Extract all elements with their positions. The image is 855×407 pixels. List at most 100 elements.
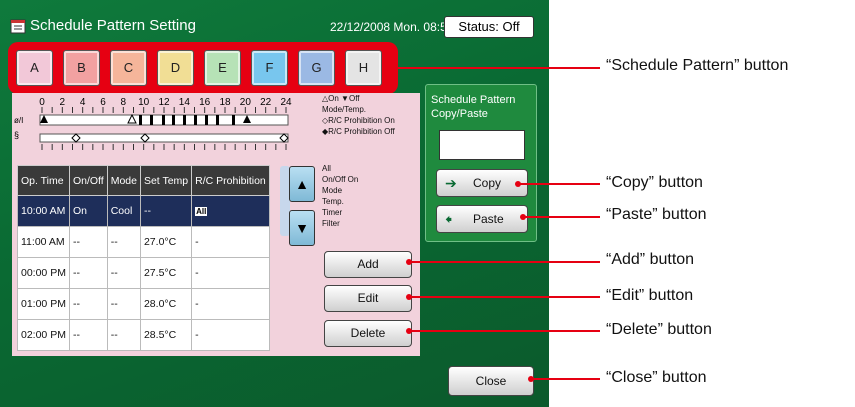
- rc-all-badge: All: [195, 207, 208, 216]
- legend-timer: Timer: [322, 208, 343, 217]
- cell: 02:00 PM: [17, 319, 70, 351]
- schedule-table: Op. Time On/Off Mode Set Temp R/C Prohib…: [17, 165, 270, 351]
- callout-delete: “Delete” button: [606, 321, 712, 338]
- pattern-tab-a[interactable]: A: [16, 50, 53, 86]
- callout-line-add: [409, 261, 600, 263]
- timeline-ticks: [41, 107, 287, 150]
- arrow-left-icon: 🠸: [445, 211, 453, 227]
- callout-line-pattern: [398, 67, 600, 69]
- add-button[interactable]: Add: [324, 251, 412, 278]
- cell: -: [191, 319, 270, 351]
- lock-row-label: §: [14, 130, 19, 140]
- mode-marker: [162, 115, 165, 125]
- cell: -: [191, 288, 270, 320]
- cell: --: [106, 288, 141, 320]
- cell: -: [191, 226, 270, 258]
- cell: On: [68, 195, 108, 227]
- schedule-pattern-tabs: A B C D E F G H: [8, 42, 398, 94]
- table-row[interactable]: 00:00 PM -- -- 27.5°C -: [17, 257, 270, 289]
- timeline-legend: △On ▼Off Mode/Temp. ◇R/C Prohibition On …: [322, 93, 395, 137]
- cell: --: [139, 195, 193, 227]
- cell: 27.0°C: [139, 226, 193, 258]
- hour-label: 2: [60, 97, 66, 108]
- copy-paste-title-line2: Copy/Paste: [431, 108, 488, 120]
- pattern-tab-h[interactable]: H: [345, 50, 382, 86]
- table-row[interactable]: 01:00 PM -- -- 28.0°C -: [17, 288, 270, 320]
- mode-marker: [216, 115, 219, 125]
- callout-copy: “Copy” button: [606, 174, 703, 191]
- callout-add: “Add” button: [606, 251, 695, 268]
- cell: 10:00 AM: [17, 195, 70, 227]
- legend-on-off: △On ▼Off: [322, 94, 360, 103]
- table-row[interactable]: 10:00 AM On Cool -- All: [17, 195, 270, 227]
- pattern-tab-g[interactable]: G: [298, 50, 335, 86]
- cell: Cool: [106, 195, 141, 227]
- cell: 28.5°C: [139, 319, 193, 351]
- triangle-up-icon: ▲: [295, 176, 309, 192]
- pattern-tab-b[interactable]: B: [63, 50, 100, 86]
- table-row[interactable]: 11:00 AM -- -- 27.0°C -: [17, 226, 270, 258]
- pattern-tab-f[interactable]: F: [251, 50, 288, 86]
- cell: --: [106, 257, 141, 289]
- mode-marker: [172, 115, 175, 125]
- legend-rc-off: ◆R/C Prohibition Off: [322, 127, 395, 136]
- mode-marker: [150, 115, 153, 125]
- callout-close: “Close” button: [606, 369, 707, 386]
- mode-marker: [183, 115, 186, 125]
- timeline-hour-labels: 0 2 4 6 8 10 12 14 16 18 20 22 24: [39, 97, 292, 108]
- callout-line-close: [531, 378, 600, 380]
- page-title: Schedule Pattern Setting: [30, 17, 196, 34]
- hour-label: 0: [39, 97, 45, 108]
- col-rc-prohibition: R/C Prohibition: [191, 165, 270, 196]
- copy-button-label: Copy: [473, 176, 502, 190]
- paste-button[interactable]: 🠸 Paste: [436, 205, 528, 233]
- cell: --: [68, 257, 108, 289]
- edit-button[interactable]: Edit: [324, 285, 412, 312]
- hour-label: 16: [199, 97, 211, 108]
- callout-line-copy: [518, 183, 600, 185]
- hour-label: 12: [158, 97, 170, 108]
- col-set-temp: Set Temp: [139, 165, 193, 196]
- table-header-row: Op. Time On/Off Mode Set Temp R/C Prohib…: [17, 165, 270, 196]
- hour-label: 18: [219, 97, 231, 108]
- mode-marker: [194, 115, 197, 125]
- legend-on-off-item: On/Off On: [322, 175, 359, 184]
- arrow-right-icon: ➔: [445, 175, 457, 191]
- pattern-tab-c[interactable]: C: [110, 50, 147, 86]
- table-row[interactable]: 02:00 PM -- -- 28.5°C -: [17, 319, 270, 351]
- cell: --: [68, 319, 108, 351]
- callout-line-edit: [409, 296, 600, 298]
- hour-label: 20: [240, 97, 252, 108]
- scroll-down-button[interactable]: ▼: [289, 210, 315, 246]
- cell: 28.0°C: [139, 288, 193, 320]
- pattern-tab-d[interactable]: D: [157, 50, 194, 86]
- hour-label: 14: [179, 97, 191, 108]
- col-op-time: Op. Time: [17, 165, 70, 196]
- callout-edit: “Edit” button: [606, 287, 694, 304]
- cell: --: [68, 288, 108, 320]
- schedule-pattern-panel: Schedule Pattern Setting 22/12/2008 Mon.…: [0, 0, 549, 407]
- delete-button[interactable]: Delete: [324, 320, 412, 347]
- hour-label: 8: [121, 97, 127, 108]
- schedule-icon: [10, 19, 26, 34]
- scroll-up-button[interactable]: ▲: [289, 166, 315, 202]
- status-display: Status: Off: [444, 16, 534, 38]
- close-button[interactable]: Close: [448, 366, 534, 396]
- triangle-down-icon: ▼: [295, 220, 309, 236]
- mode-marker: [205, 115, 208, 125]
- cell: 11:00 AM: [17, 226, 70, 258]
- hour-label: 24: [280, 97, 292, 108]
- pattern-tab-e[interactable]: E: [204, 50, 241, 86]
- col-on-off: On/Off: [68, 165, 108, 196]
- cell: 01:00 PM: [17, 288, 70, 320]
- legend-filter: Filter: [322, 219, 340, 228]
- cell: -: [191, 257, 270, 289]
- hour-label: 6: [100, 97, 106, 108]
- paste-button-label: Paste: [473, 212, 504, 226]
- hour-label: 10: [138, 97, 150, 108]
- cell: --: [106, 226, 141, 258]
- legend-rc-on: ◇R/C Prohibition On: [322, 116, 395, 125]
- callout-line-paste: [523, 216, 600, 218]
- cell: All: [191, 195, 270, 227]
- callout-line-delete: [409, 330, 600, 332]
